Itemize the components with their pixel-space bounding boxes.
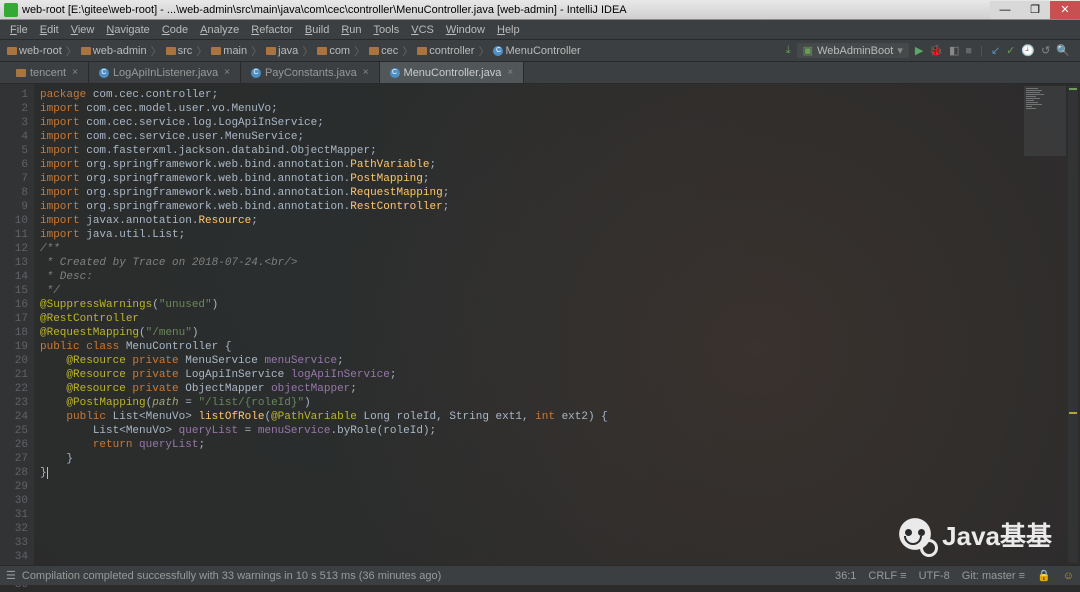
line-separator[interactable]: CRLF ≡ — [868, 570, 906, 582]
menu-code[interactable]: Code — [156, 24, 194, 36]
run-button[interactable]: ▶ — [915, 44, 923, 57]
folder-icon — [317, 47, 327, 55]
lock-icon[interactable]: 🔒 — [1037, 569, 1051, 582]
window-title-bar: web-root [E:\gitee\web-root] - ...\web-a… — [0, 0, 1080, 20]
breadcrumb-separator: 〉 — [301, 43, 314, 59]
menu-help[interactable]: Help — [491, 24, 526, 36]
run-config-label: WebAdminBoot — [817, 45, 893, 57]
git-branch[interactable]: Git: master ≡ — [962, 570, 1025, 582]
folder-icon — [369, 47, 379, 55]
window-minimize-button[interactable]: — — [990, 1, 1020, 19]
watermark: Java基基 — [896, 515, 1052, 553]
menu-window[interactable]: Window — [440, 24, 491, 36]
close-icon[interactable]: × — [507, 67, 513, 78]
class-icon: C — [99, 68, 109, 78]
error-stripe[interactable] — [1068, 86, 1078, 563]
caret-position[interactable]: 36:1 — [835, 570, 856, 582]
class-icon: C — [493, 46, 503, 56]
breadcrumb-item[interactable]: cec — [366, 45, 401, 57]
folder-icon — [16, 69, 26, 77]
menu-run[interactable]: Run — [335, 24, 367, 36]
breadcrumb-separator: 〉 — [353, 43, 366, 59]
code-content[interactable]: package com.cec.controller;import com.ce… — [34, 84, 1080, 565]
editor-tab-bar: tencent × C LogApiInListener.java × C PayConst… — [0, 62, 1080, 84]
editor-tab[interactable]: tencent × — [6, 62, 89, 83]
hector-icon[interactable]: ☺ — [1063, 570, 1074, 582]
watermark-text: Java基基 — [942, 516, 1052, 553]
status-message: Compilation completed successfully with … — [22, 570, 441, 582]
navigation-bar: web-root〉 web-admin〉 src〉 main〉 java〉 co… — [0, 40, 1080, 62]
build-icon[interactable]: ⤓ — [786, 44, 791, 57]
editor-area[interactable]: 1234567891011121314151617181920212223242… — [0, 84, 1080, 565]
menu-navigate[interactable]: Navigate — [100, 24, 155, 36]
menu-tools[interactable]: Tools — [368, 24, 406, 36]
folder-icon — [166, 47, 176, 55]
tab-label: LogApiInListener.java — [113, 67, 218, 79]
menu-file[interactable]: File — [4, 24, 34, 36]
close-icon[interactable]: × — [72, 67, 78, 78]
folder-icon — [81, 47, 91, 55]
debug-button[interactable]: 🐞 — [929, 44, 943, 57]
editor-tab[interactable]: C LogApiInListener.java × — [89, 62, 241, 83]
app-icon — [4, 3, 18, 17]
breadcrumb-separator: 〉 — [65, 43, 78, 59]
breadcrumb-item[interactable]: main — [208, 45, 250, 57]
breadcrumb-separator: 〉 — [477, 43, 490, 59]
event-log-icon[interactable]: ☰ — [6, 569, 16, 582]
folder-icon — [266, 47, 276, 55]
menu-view[interactable]: View — [65, 24, 101, 36]
wechat-icon — [896, 515, 934, 553]
run-config-icon: ▣ — [803, 44, 813, 57]
coverage-button[interactable]: ◧ — [949, 44, 959, 57]
breadcrumb-item[interactable]: web-root — [4, 45, 65, 57]
search-icon[interactable]: 🔍 — [1056, 44, 1070, 57]
gutter: 1234567891011121314151617181920212223242… — [0, 84, 34, 565]
editor-tab[interactable]: C PayConstants.java × — [241, 62, 380, 83]
breadcrumb-separator: 〉 — [150, 43, 163, 59]
tab-label: PayConstants.java — [265, 67, 357, 79]
menu-analyze[interactable]: Analyze — [194, 24, 245, 36]
folder-icon — [7, 47, 17, 55]
breadcrumb-item[interactable]: java — [263, 45, 301, 57]
close-icon[interactable]: × — [224, 67, 230, 78]
class-icon: C — [390, 68, 400, 78]
vcs-commit-icon[interactable]: ✓ — [1006, 44, 1015, 57]
menu-build[interactable]: Build — [299, 24, 335, 36]
tab-label: MenuController.java — [404, 67, 502, 79]
vcs-revert-icon[interactable]: ↺ — [1041, 44, 1050, 57]
stop-button[interactable]: ■ — [965, 45, 972, 57]
file-encoding[interactable]: UTF-8 — [919, 570, 950, 582]
folder-icon — [417, 47, 427, 55]
breadcrumb-separator: 〉 — [195, 43, 208, 59]
class-icon: C — [251, 68, 261, 78]
status-bar: ☰ Compilation completed successfully wit… — [0, 565, 1080, 585]
breadcrumb-separator: 〉 — [401, 43, 414, 59]
menu-edit[interactable]: Edit — [34, 24, 65, 36]
editor-tab[interactable]: C MenuController.java × — [380, 62, 525, 83]
breadcrumb-separator: 〉 — [250, 43, 263, 59]
main-menu-bar: FileEditViewNavigateCodeAnalyzeRefactorB… — [0, 20, 1080, 40]
close-icon[interactable]: × — [363, 67, 369, 78]
window-title: web-root [E:\gitee\web-root] - ...\web-a… — [22, 4, 627, 16]
breadcrumb-item[interactable]: src — [163, 45, 196, 57]
breadcrumb-item[interactable]: controller — [414, 45, 477, 57]
breadcrumb-item[interactable]: com — [314, 45, 353, 57]
window-maximize-button[interactable]: ❐ — [1020, 1, 1050, 19]
vcs-update-icon[interactable]: ↙ — [991, 44, 1000, 57]
window-close-button[interactable]: ✕ — [1050, 1, 1080, 19]
code-minimap[interactable]: ▬▬▬▬▬▬▬▬▬▬▬▬▬▬▬▬▬▬▬▬▬▬▬▬▬▬▬▬▬▬▬▬▬▬▬▬▬▬▬▬… — [1024, 86, 1066, 156]
tab-label: tencent — [30, 67, 66, 79]
vcs-history-icon[interactable]: 🕘 — [1021, 44, 1035, 57]
chevron-down-icon: ▾ — [897, 44, 903, 57]
breadcrumb-item[interactable]: C MenuController — [490, 45, 583, 57]
run-config-selector[interactable]: ▣ WebAdminBoot ▾ — [797, 43, 909, 58]
breadcrumb-item[interactable]: web-admin — [78, 45, 150, 57]
menu-vcs[interactable]: VCS — [405, 24, 440, 36]
menu-refactor[interactable]: Refactor — [245, 24, 299, 36]
folder-icon — [211, 47, 221, 55]
